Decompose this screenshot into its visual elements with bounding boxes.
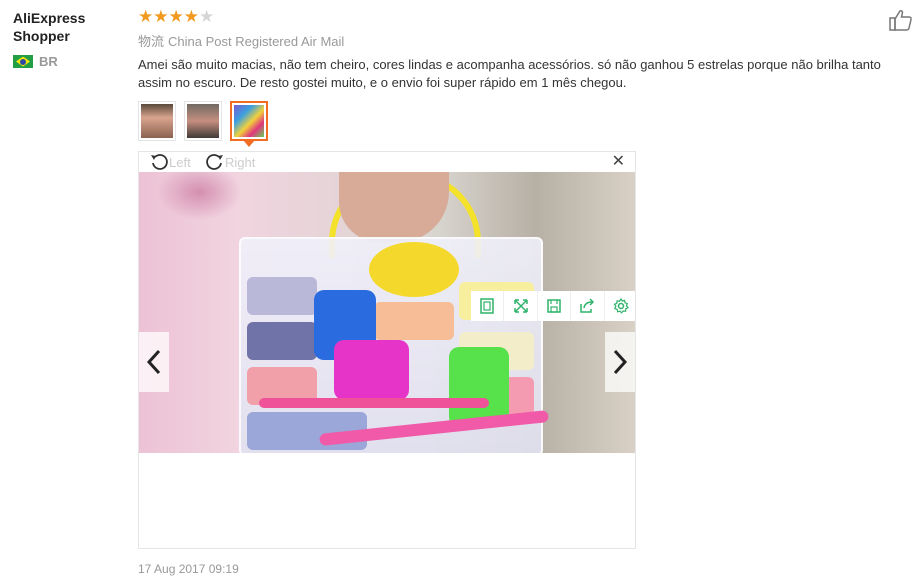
reviewer-name: AliExpress Shopper xyxy=(13,9,123,45)
shipping-label: 物流 xyxy=(138,34,165,49)
country-code: BR xyxy=(39,54,58,69)
reviewer-name-line1: AliExpress xyxy=(13,10,86,26)
fit-page-button[interactable] xyxy=(471,291,505,321)
shipping-method: China Post Registered Air Mail xyxy=(168,34,345,49)
thumbnail-image xyxy=(141,104,173,138)
image-toolbar xyxy=(471,291,635,321)
thumbnail-photo-3[interactable] xyxy=(230,101,268,147)
photo-content xyxy=(369,242,459,297)
like-button[interactable] xyxy=(888,8,914,32)
thumbnail-photo-1[interactable] xyxy=(138,101,176,141)
fullscreen-button[interactable] xyxy=(504,291,538,321)
close-icon[interactable]: ✕ xyxy=(612,154,625,170)
share-button[interactable] xyxy=(571,291,605,321)
star-empty-icon: ★ xyxy=(199,7,215,26)
reviewer-name-line2: Shopper xyxy=(13,28,70,44)
rotate-left-label: Left xyxy=(169,154,191,170)
star-icon: ★ xyxy=(168,7,184,26)
photo-viewer: Left Right ✕ xyxy=(138,151,636,549)
review-comment: Amei são muito macias, não tem cheiro, c… xyxy=(138,57,881,90)
rotate-right-icon xyxy=(206,154,223,170)
photo-content xyxy=(334,340,409,400)
thumbnail-image xyxy=(187,104,219,138)
settings-button[interactable] xyxy=(605,291,635,321)
chevron-right-icon xyxy=(613,349,628,375)
shipping-info: 物流 China Post Registered Air Mail xyxy=(138,31,344,50)
rotate-right-button[interactable]: Right xyxy=(205,152,255,172)
next-photo-button[interactable] xyxy=(605,332,635,392)
photo-content xyxy=(247,277,317,315)
star-rating: ★ ★ ★ ★ ★ xyxy=(138,8,214,25)
chevron-left-icon xyxy=(146,349,161,375)
rotate-right-label: Right xyxy=(225,154,256,170)
star-icon: ★ xyxy=(183,7,199,26)
fit-page-icon xyxy=(480,298,494,314)
fullscreen-icon xyxy=(513,299,528,313)
thumbnail-image xyxy=(234,105,264,137)
save-icon xyxy=(547,299,561,313)
thumbs-up-icon xyxy=(889,9,912,31)
viewer-top-bar: Left Right ✕ xyxy=(139,152,635,172)
brazil-flag-icon xyxy=(13,55,33,68)
star-icon: ★ xyxy=(153,7,169,26)
reviewer-country: BR xyxy=(13,54,123,69)
rotate-left-icon xyxy=(151,154,168,170)
rotate-left-button[interactable]: Left xyxy=(149,152,191,172)
settings-icon xyxy=(613,298,629,314)
previous-photo-button[interactable] xyxy=(139,332,169,392)
photo-content xyxy=(259,398,489,408)
share-icon xyxy=(580,298,595,313)
star-icon: ★ xyxy=(138,7,154,26)
photo-content xyxy=(374,302,454,340)
photo-thumbnails xyxy=(138,101,268,147)
reviewer-info: AliExpress Shopper BR xyxy=(13,9,123,69)
thumbnail-photo-2[interactable] xyxy=(184,101,222,141)
save-button[interactable] xyxy=(538,291,572,321)
photo-content xyxy=(247,322,317,360)
review-date: 17 Aug 2017 09:19 xyxy=(138,562,239,576)
review-photo-large xyxy=(139,172,635,453)
